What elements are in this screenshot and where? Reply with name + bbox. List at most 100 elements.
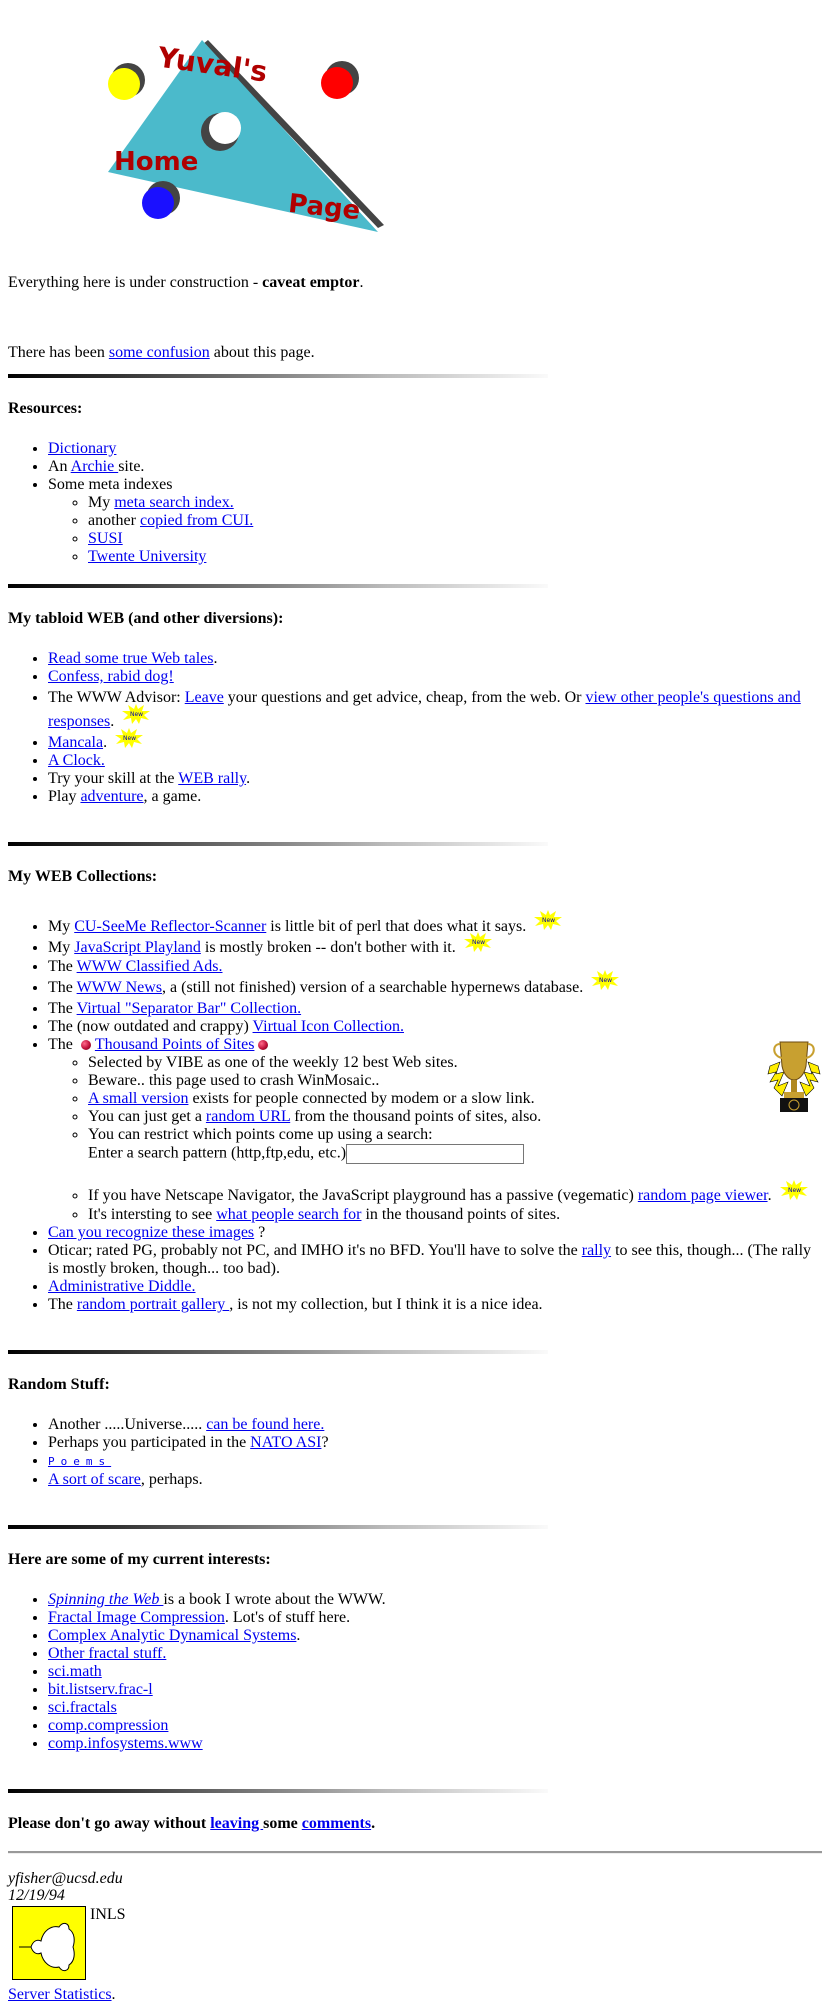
javascript-playland-link[interactable]: JavaScript Playland (74, 939, 201, 956)
www-news-link[interactable]: WWW News (77, 979, 162, 996)
sci-math-link[interactable]: sci.math (48, 1663, 102, 1680)
comp-compression-link[interactable]: comp.compression (48, 1717, 168, 1734)
fractal-image-compression-link[interactable]: Fractal Image Compression (48, 1609, 225, 1626)
adventure-link[interactable]: adventure (80, 788, 143, 805)
confess-rabid-dog-link[interactable]: Confess, rabid dog! (48, 668, 174, 685)
list-item: The (now outdated and crappy) Virtual Ic… (48, 1018, 822, 1036)
list-item: bit.listserv.frac-l (48, 1681, 822, 1699)
resources-heading: Resources: (8, 400, 83, 417)
author-email: yfisher@ucsd.edu (8, 1870, 123, 1887)
author-address: yfisher@ucsd.edu 12/19/94 (8, 1870, 822, 1904)
new-badge-icon: New (534, 910, 563, 930)
web-tales-link[interactable]: Read some true Web tales (48, 650, 213, 667)
tabloid-list: Read some true Web tales. Confess, rabid… (8, 650, 822, 806)
separator-bar (8, 584, 548, 588)
administrative-diddle-link[interactable]: Administrative Diddle. (48, 1278, 196, 1295)
new-badge-icon: New (463, 932, 492, 952)
cu-seeme-scanner-link[interactable]: CU-SeeMe Reflector-Scanner (74, 918, 266, 935)
complex-dynamical-systems-link[interactable]: Complex Analytic Dynamical Systems (48, 1627, 296, 1644)
meta-search-index-link[interactable]: meta search index. (114, 494, 234, 511)
item-text: , a game. (143, 788, 202, 805)
list-item: Spinning the Web is a book I wrote about… (48, 1591, 822, 1609)
poems-link[interactable]: Poems (48, 1455, 111, 1468)
susi-link[interactable]: SUSI (88, 530, 123, 547)
mandelbrot-icon (12, 1906, 86, 1980)
svg-text:New: New (788, 1187, 801, 1194)
dictionary-link[interactable]: Dictionary (48, 440, 116, 457)
random-stuff-list: Another .....Universe..... can be found … (8, 1416, 822, 1489)
nato-asi-link[interactable]: NATO ASI (250, 1434, 321, 1451)
list-item: Selected by VIBE as one of the weekly 12… (88, 1054, 822, 1072)
spinning-the-web-link[interactable]: Spinning the Web (48, 1591, 163, 1608)
other-fractal-stuff-link[interactable]: Other fractal stuff. (48, 1645, 166, 1662)
new-badge-icon: New (122, 704, 151, 724)
item-text: My (48, 918, 75, 935)
comp-infosystems-www-link[interactable]: comp.infosystems.www (48, 1735, 203, 1752)
vibe-trophy-icon (767, 1041, 821, 1112)
list-item: Fractal Image Compression. Lot's of stuf… (48, 1609, 822, 1627)
mancala-link[interactable]: Mancala (48, 734, 103, 751)
list-item: Oticar; rated PG, probably not PC, and I… (48, 1242, 822, 1278)
homepage-logo: Yuval's Home Page (108, 40, 384, 232)
item-text: , is not my collection, but I think it i… (229, 1296, 543, 1313)
item-text: , a (still not finished) version of a se… (162, 979, 584, 996)
web-rally-link[interactable]: WEB rally (178, 770, 246, 787)
list-item: comp.compression (48, 1717, 822, 1735)
item-text: The (48, 1296, 77, 1313)
logo-word-page: Page (287, 189, 362, 226)
random-page-viewer-link[interactable]: random page viewer (638, 1187, 768, 1204)
list-item: another copied from CUI. (88, 512, 822, 530)
leave-questions-link[interactable]: Leave (185, 689, 224, 706)
item-text: is mostly broken -- don't bother with it… (200, 939, 456, 956)
virtual-icon-collection-link[interactable]: Virtual Icon Collection. (253, 1018, 404, 1035)
list-item: Confess, rabid dog! (48, 668, 822, 686)
separator-bar-collection-link[interactable]: Virtual "Separator Bar" Collection. (77, 1000, 301, 1017)
list-item: An Archie site. (48, 458, 822, 476)
universe-link[interactable]: can be found here. (206, 1416, 324, 1433)
item-text: . (110, 713, 115, 730)
svg-text:New: New (599, 977, 612, 984)
copied-from-cui-link[interactable]: copied from CUI. (140, 512, 253, 529)
list-item: Another .....Universe..... can be found … (48, 1416, 822, 1434)
item-text: If you have Netscape Navigator, the Java… (88, 1187, 638, 1204)
archie-link[interactable]: Archie (71, 458, 119, 475)
frac-l-link[interactable]: bit.listserv.frac-l (48, 1681, 153, 1698)
inls-row: INLS (8, 1904, 822, 1980)
item-text: My (88, 494, 115, 511)
list-item: Perhaps you participated in the NATO ASI… (48, 1434, 822, 1452)
list-item: sci.fractals (48, 1699, 822, 1717)
leaving-link[interactable]: leaving (210, 1815, 263, 1832)
what-people-search-link[interactable]: what people search for (216, 1206, 361, 1223)
recognize-images-link[interactable]: Can you recognize these images (48, 1224, 254, 1241)
rally-link[interactable]: rally (582, 1242, 611, 1259)
search-pattern-input[interactable] (346, 1144, 525, 1164)
small-version-link[interactable]: A small version (88, 1090, 188, 1107)
confusion-text: There has been (8, 344, 109, 361)
sci-fractals-link[interactable]: sci.fractals (48, 1699, 117, 1716)
last-updated-date: 12/19/94 (8, 1887, 65, 1904)
sort-of-scare-link[interactable]: A sort of scare (48, 1471, 141, 1488)
svg-text:New: New (542, 917, 555, 924)
item-text: The WWW Advisor: (48, 689, 185, 706)
inls-label: INLS (90, 1906, 126, 1923)
twente-university-link[interactable]: Twente University (88, 548, 206, 565)
random-portrait-gallery-link[interactable]: random portrait gallery (77, 1296, 229, 1313)
item-text: ? (254, 1224, 266, 1241)
server-statistics-link[interactable]: Server Statistics (8, 1986, 112, 2003)
list-item: SUSI (88, 530, 822, 548)
inls-logo-link[interactable] (8, 1904, 90, 1980)
item-text: My (48, 939, 75, 956)
random-url-link[interactable]: random URL (206, 1108, 290, 1125)
item-text: exists for people connected by modem or … (188, 1090, 535, 1107)
page: Yuval's Home Page Everything here is und… (0, 0, 830, 2012)
comments-link[interactable]: comments (302, 1815, 371, 1832)
list-item: The Virtual "Separator Bar" Collection. (48, 1000, 822, 1018)
new-badge-icon: New (115, 728, 144, 748)
clock-link[interactable]: A Clock. (48, 752, 105, 769)
collections-list: My CU-SeeMe Reflector-Scanner is little … (8, 910, 822, 1314)
list-item: Other fractal stuff. (48, 1645, 822, 1663)
meta-indexes-list: My meta search index. another copied fro… (48, 494, 822, 566)
classified-ads-link[interactable]: WWW Classified Ads. (77, 958, 223, 975)
some-confusion-link[interactable]: some confusion (109, 344, 210, 361)
thousand-points-link[interactable]: Thousand Points of Sites (95, 1036, 255, 1053)
